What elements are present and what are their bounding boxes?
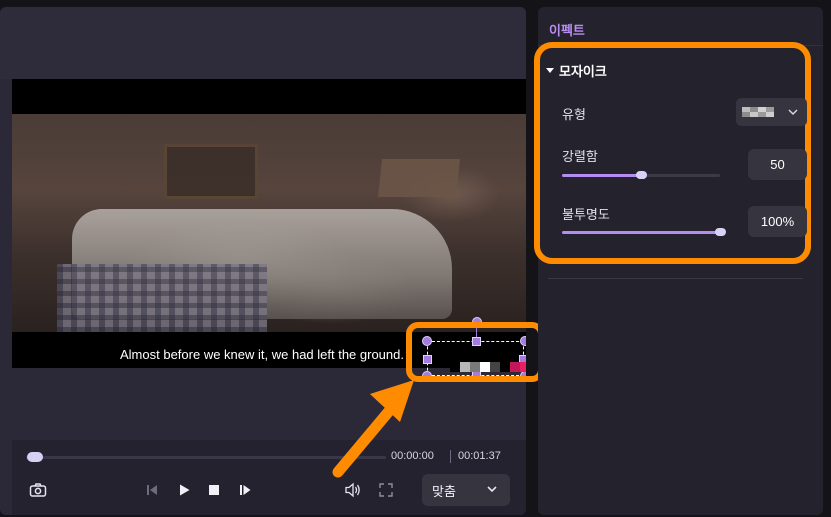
fit-dropdown[interactable]: 맞춤 xyxy=(422,474,510,506)
chevron-down-icon xyxy=(487,486,497,493)
fit-dropdown-label: 맞춤 xyxy=(432,483,456,499)
section-divider xyxy=(548,278,803,279)
cardboard-box xyxy=(378,159,460,197)
subtitle-text: Almost before we knew it, we had left th… xyxy=(120,347,404,362)
timeline-playhead[interactable] xyxy=(27,452,43,462)
fullscreen-button[interactable] xyxy=(376,480,396,500)
time-separator xyxy=(450,450,451,463)
picture-frame xyxy=(164,144,258,199)
chevron-down-icon xyxy=(788,109,798,116)
opacity-value-field[interactable]: 100% xyxy=(748,206,807,237)
step-forward-icon xyxy=(240,485,251,495)
opacity-slider-thumb[interactable] xyxy=(715,228,726,236)
strength-slider[interactable] xyxy=(562,171,720,179)
snapshot-button[interactable] xyxy=(28,480,48,500)
fullscreen-icon xyxy=(379,483,393,497)
play-button[interactable] xyxy=(174,480,194,500)
play-icon xyxy=(180,484,190,496)
stop-icon xyxy=(209,485,219,495)
plaid-blanket xyxy=(57,264,267,332)
player-panel: Almost before we knew it, we had left th… xyxy=(0,7,526,515)
stop-button[interactable] xyxy=(204,480,224,500)
step-backward-icon xyxy=(147,485,157,495)
previous-frame-button[interactable] xyxy=(142,480,162,500)
next-frame-button[interactable] xyxy=(235,480,255,500)
collapse-triangle-icon xyxy=(546,68,554,73)
speaker-icon xyxy=(345,482,360,498)
strength-value-field[interactable]: 50 xyxy=(748,149,807,180)
mosaic-type-dropdown[interactable] xyxy=(736,98,807,126)
total-time: 00:01:37 xyxy=(458,450,501,462)
mosaic-pattern-icon xyxy=(742,107,774,117)
app-root: Almost before we knew it, we had left th… xyxy=(0,0,831,517)
opacity-label: 불투명도 xyxy=(562,207,610,222)
annotation-arrow-icon xyxy=(332,380,414,478)
opacity-slider-fill xyxy=(562,231,720,234)
strength-slider-fill xyxy=(562,174,641,177)
highlight-mosaic-region xyxy=(406,322,544,382)
mosaic-section-header[interactable]: 모자이크 xyxy=(546,61,607,80)
mosaic-section-title: 모자이크 xyxy=(559,64,607,79)
strength-slider-thumb[interactable] xyxy=(636,171,647,179)
tab-effects[interactable]: 이펙트 xyxy=(549,20,585,39)
strength-label: 강렬함 xyxy=(562,149,598,164)
volume-button[interactable] xyxy=(343,480,363,500)
opacity-slider[interactable] xyxy=(562,228,726,236)
camera-icon xyxy=(29,483,47,497)
player-top-area xyxy=(0,7,526,79)
video-frame xyxy=(12,114,526,332)
type-label: 유형 xyxy=(562,107,586,122)
